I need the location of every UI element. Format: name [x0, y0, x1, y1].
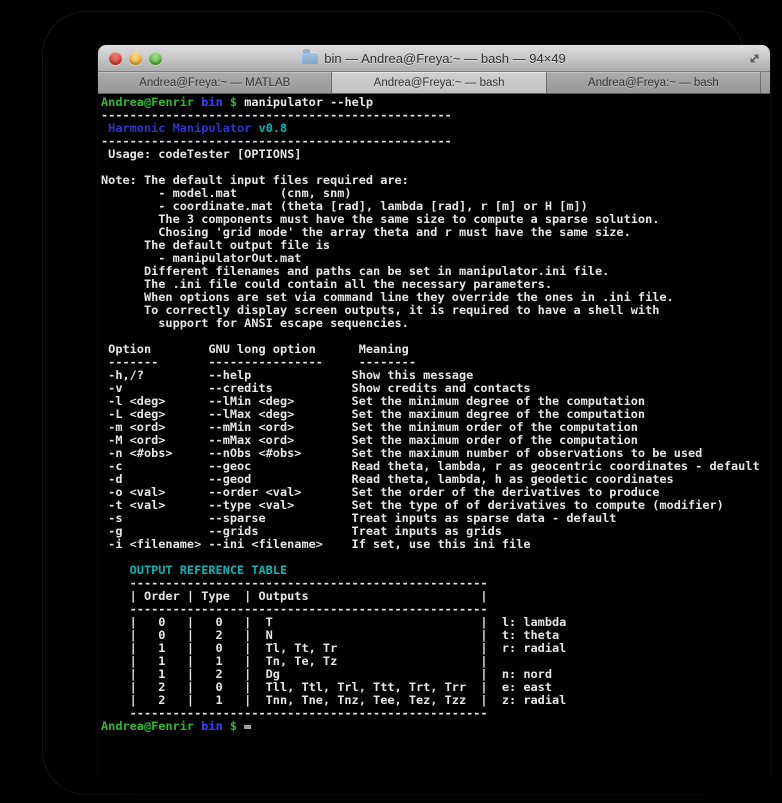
terminal-cursor	[244, 725, 252, 729]
terminal-line: Usage: codeTester [OPTIONS]	[101, 147, 302, 161]
page-background: { "window": { "title": "bin — Andrea@Fre…	[0, 0, 782, 803]
tab-label: Andrea@Freya:~ — bash	[373, 76, 505, 89]
minimize-button[interactable]	[129, 51, 142, 65]
tab-bar-filler	[761, 72, 771, 93]
close-button[interactable]	[109, 51, 122, 65]
tab-matlab[interactable]: Andrea@Freya:~ — MATLAB	[98, 72, 333, 93]
tab-bash-active[interactable]: Andrea@Freya:~ — bash	[332, 72, 547, 93]
terminal-window: bin — Andrea@Freya:~ — bash — 94×49 Andr…	[98, 45, 771, 786]
screenshot-frame: bin — Andrea@Freya:~ — bash — 94×49 Andr…	[42, 11, 771, 795]
tab-bar: Andrea@Freya:~ — MATLAB Andrea@Freya:~ —…	[98, 72, 771, 94]
tab-label: Andrea@Freya:~ — bash	[587, 76, 719, 89]
window-title: bin — Andrea@Freya:~ — bash — 94×49	[324, 50, 566, 66]
terminal-line: support for ANSI escape sequencies.	[101, 316, 409, 330]
fullscreen-button[interactable]	[746, 50, 762, 66]
terminal-line: -i <filename> --ini <filename> If set, u…	[101, 537, 531, 551]
terminal-screen: Andrea@Fenrir bin $ manipulator --help --…	[101, 96, 770, 733]
folder-icon	[302, 49, 319, 64]
terminal-body[interactable]: Andrea@Fenrir bin $ manipulator --help --…	[98, 94, 770, 786]
fullscreen-arrow-icon	[749, 53, 759, 63]
tab-label: Andrea@Freya:~ — MATLAB	[139, 76, 291, 89]
title-bar: bin — Andrea@Freya:~ — bash — 94×49	[98, 45, 770, 72]
terminal-line: Andrea@Fenrir bin $	[101, 720, 770, 733]
zoom-button[interactable]	[149, 51, 162, 65]
traffic-lights	[109, 45, 162, 71]
tab-bash-2[interactable]: Andrea@Freya:~ — bash	[546, 72, 762, 93]
